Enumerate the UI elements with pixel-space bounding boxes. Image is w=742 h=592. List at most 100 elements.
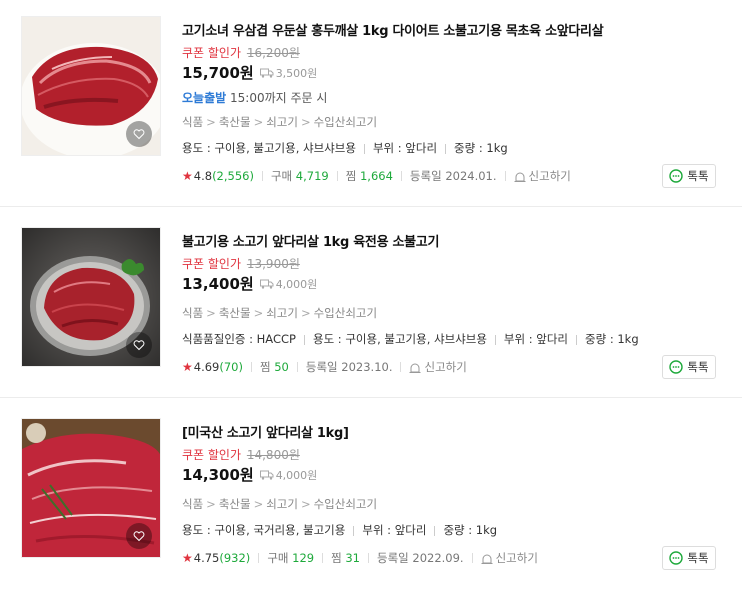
- star-icon: ★: [182, 360, 193, 374]
- category-item[interactable]: 쇠고기: [266, 306, 298, 320]
- spec-row: 용도 : 구이용, 불고기용, 샤브샤브용 부위 : 앞다리 중량 : 1kg: [182, 140, 508, 156]
- original-price: 13,900원: [246, 257, 300, 271]
- siren-icon: [481, 554, 493, 564]
- today-shipping-badge: 오늘출발: [182, 91, 227, 105]
- wish-count: 1,664: [359, 169, 393, 183]
- price-row: 13,400원 4,000원: [182, 273, 317, 294]
- truck-icon: [259, 68, 274, 78]
- spec-row: 용도 : 구이용, 국거리용, 불고기용 부위 : 앞다리 중량 : 1kg: [182, 522, 497, 538]
- truck-icon: [259, 470, 274, 480]
- sale-price: 13,400원: [182, 275, 254, 293]
- spec-item: 부위 : 앞다리: [372, 141, 438, 155]
- review-count[interactable]: (70): [219, 360, 243, 374]
- today-shipping: 오늘출발 15:00까지 주문 시: [182, 89, 327, 106]
- coupon-price-row: 쿠폰 할인가 16,200원: [182, 44, 300, 61]
- purchase-count: 4,719: [295, 169, 329, 183]
- report-button[interactable]: 신고하기: [409, 359, 467, 375]
- heart-icon: [133, 340, 145, 351]
- spec-item: 부위 : 앞다리: [362, 523, 427, 537]
- product-card: [미국산 소고기 앞다리살 1kg] 쿠폰 할인가 14,800원 14,300…: [0, 402, 742, 592]
- spec-item: 용도 : 구이용, 불고기용, 샤브샤브용: [182, 141, 356, 155]
- category-item[interactable]: 수입산쇠고기: [314, 497, 377, 511]
- product-image[interactable]: [21, 16, 161, 156]
- talk-button[interactable]: 톡톡: [662, 355, 716, 379]
- today-shipping-text: 15:00까지 주문 시: [230, 91, 328, 105]
- category-item[interactable]: 식품: [182, 497, 203, 511]
- purchase-label: 구매: [270, 169, 293, 183]
- star-icon: ★: [182, 551, 193, 565]
- meta-row: ★ 4.8 (2,556) 구매 4,719 찜 1,664 등록일 2024.…: [182, 168, 571, 184]
- wish-count: 50: [274, 360, 289, 374]
- rating-value: 4.8: [193, 169, 213, 183]
- category-item[interactable]: 식품: [182, 115, 203, 129]
- product-card: 불고기용 소고기 앞다리살 1kg 육전용 소불고기 쿠폰 할인가 13,900…: [0, 211, 742, 401]
- review-count[interactable]: (932): [219, 551, 250, 565]
- coupon-label: 쿠폰 할인가: [182, 257, 242, 271]
- category-breadcrumb: 식품 > 축산물 > 쇠고기 > 수입산쇠고기: [182, 115, 378, 129]
- shipping-fee: 3,500원: [259, 65, 317, 81]
- product-image[interactable]: [21, 227, 161, 367]
- divider: [0, 206, 742, 207]
- purchase-count: 129: [292, 551, 315, 565]
- category-item[interactable]: 쇠고기: [266, 497, 298, 511]
- talk-icon: [669, 360, 684, 374]
- talk-icon: [669, 551, 684, 565]
- talk-button[interactable]: 톡톡: [662, 546, 716, 570]
- price-row: 15,700원 3,500원: [182, 62, 317, 83]
- category-item[interactable]: 쇠고기: [266, 115, 298, 129]
- category-breadcrumb: 식품 > 축산물 > 쇠고기 > 수입산쇠고기: [182, 306, 378, 320]
- wish-label: 찜: [331, 551, 342, 565]
- shipping-fee: 4,000원: [259, 276, 317, 292]
- category-item[interactable]: 축산물: [219, 115, 251, 129]
- registered-date: 등록일 2024.01.: [409, 169, 497, 183]
- wishlist-button[interactable]: [126, 523, 152, 549]
- talk-icon: [669, 169, 684, 183]
- sale-price: 14,300원: [182, 466, 254, 484]
- category-item[interactable]: 식품: [182, 306, 203, 320]
- wishlist-button[interactable]: [126, 332, 152, 358]
- spec-item: 중량 : 1kg: [454, 141, 508, 155]
- product-title[interactable]: 고기소녀 우삼겹 우둔살 홍두깨살 1kg 다이어트 소불고기용 목초육 소앞다…: [182, 20, 604, 39]
- report-button[interactable]: 신고하기: [481, 550, 538, 566]
- coupon-price-row: 쿠폰 할인가 13,900원: [182, 255, 300, 272]
- wishlist-button[interactable]: [126, 121, 152, 147]
- report-button[interactable]: 신고하기: [514, 168, 571, 184]
- coupon-price-row: 쿠폰 할인가 14,800원: [182, 446, 300, 463]
- wish-count: 31: [345, 551, 360, 565]
- wish-label: 찜: [259, 360, 271, 374]
- registered-date: 등록일 2022.09.: [376, 551, 464, 565]
- registered-date: 등록일 2023.10.: [305, 360, 393, 374]
- siren-icon: [514, 172, 526, 182]
- purchase-label: 구매: [267, 551, 289, 565]
- product-card: 고기소녀 우삼겹 우둔살 홍두깨살 1kg 다이어트 소불고기용 목초육 소앞다…: [0, 0, 742, 190]
- meta-row: ★ 4.69 (70) 찜 50 등록일 2023.10. 신고하기: [182, 359, 467, 375]
- rating-value: 4.69: [193, 360, 220, 374]
- divider: [0, 397, 742, 398]
- star-icon: ★: [182, 169, 193, 183]
- spec-item: 용도 : 구이용, 국거리용, 불고기용: [182, 523, 346, 537]
- category-item[interactable]: 축산물: [219, 497, 251, 511]
- category-item[interactable]: 수입산쇠고기: [314, 306, 377, 320]
- truck-icon: [259, 279, 274, 289]
- product-title[interactable]: [미국산 소고기 앞다리살 1kg]: [182, 422, 349, 441]
- review-count[interactable]: (2,556): [212, 169, 254, 183]
- heart-icon: [133, 129, 145, 140]
- product-image[interactable]: [21, 418, 161, 558]
- rating-value: 4.75: [193, 551, 220, 565]
- spec-item: 중량 : 1kg: [585, 332, 639, 346]
- shipping-fee: 4,000원: [259, 467, 317, 483]
- product-title[interactable]: 불고기용 소고기 앞다리살 1kg 육전용 소불고기: [182, 231, 439, 250]
- sale-price: 15,700원: [182, 64, 254, 82]
- talk-button[interactable]: 톡톡: [662, 164, 716, 188]
- price-row: 14,300원 4,000원: [182, 464, 317, 485]
- spec-item: 용도 : 구이용, 불고기용, 샤브샤브용: [312, 332, 487, 346]
- coupon-label: 쿠폰 할인가: [182, 448, 242, 462]
- original-price: 16,200원: [246, 46, 300, 60]
- category-breadcrumb: 식품 > 축산물 > 쇠고기 > 수입산쇠고기: [182, 497, 378, 511]
- siren-icon: [409, 363, 421, 373]
- category-item[interactable]: 축산물: [219, 306, 251, 320]
- category-item[interactable]: 수입산쇠고기: [314, 115, 377, 129]
- original-price: 14,800원: [246, 448, 300, 462]
- spec-item: 부위 : 앞다리: [503, 332, 569, 346]
- heart-icon: [133, 531, 145, 542]
